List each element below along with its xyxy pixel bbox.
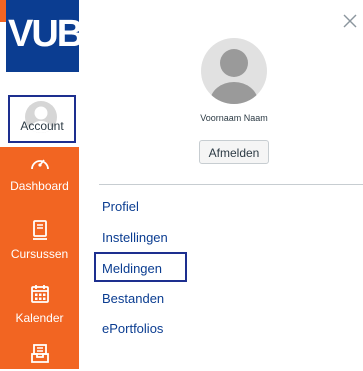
files-link[interactable]: Bestanden <box>102 291 164 306</box>
nav-item-courses[interactable]: Cursussen <box>0 219 79 261</box>
eportfolios-link[interactable]: ePortfolios <box>102 321 163 336</box>
profile-link[interactable]: Profiel <box>102 199 139 214</box>
courses-icon <box>0 219 79 246</box>
tray-divider <box>99 184 363 185</box>
logout-button[interactable]: Afmelden <box>199 140 269 164</box>
user-avatar <box>201 38 267 104</box>
user-name: Voornaam Naam <box>200 113 268 123</box>
logo-text: VUB <box>8 13 79 55</box>
vub-logo[interactable]: VUB <box>0 0 79 76</box>
nav-item-label: Kalender <box>15 311 64 325</box>
global-nav: VUB Account Dashboard Cursussen Kalender <box>0 0 79 369</box>
nav-item-inbox[interactable] <box>0 343 79 371</box>
nav-item-calendar[interactable]: Kalender <box>0 283 79 325</box>
nav-item-label: Dashboard <box>10 179 69 193</box>
calendar-icon <box>0 283 79 310</box>
list-item: ePortfolios <box>102 320 163 338</box>
nav-item-label: Account <box>20 119 64 133</box>
nav-item-dashboard[interactable]: Dashboard <box>0 153 79 193</box>
list-item: Profiel <box>102 198 139 216</box>
list-item: Instellingen <box>102 229 168 247</box>
settings-link[interactable]: Instellingen <box>102 230 168 245</box>
highlight-box <box>94 252 187 282</box>
nav-item-account[interactable]: Account <box>8 95 76 143</box>
list-item: Bestanden <box>102 290 164 308</box>
dashboard-icon <box>0 153 79 178</box>
inbox-icon <box>0 343 79 370</box>
nav-item-label: Cursussen <box>10 247 69 261</box>
close-icon[interactable] <box>343 14 357 28</box>
